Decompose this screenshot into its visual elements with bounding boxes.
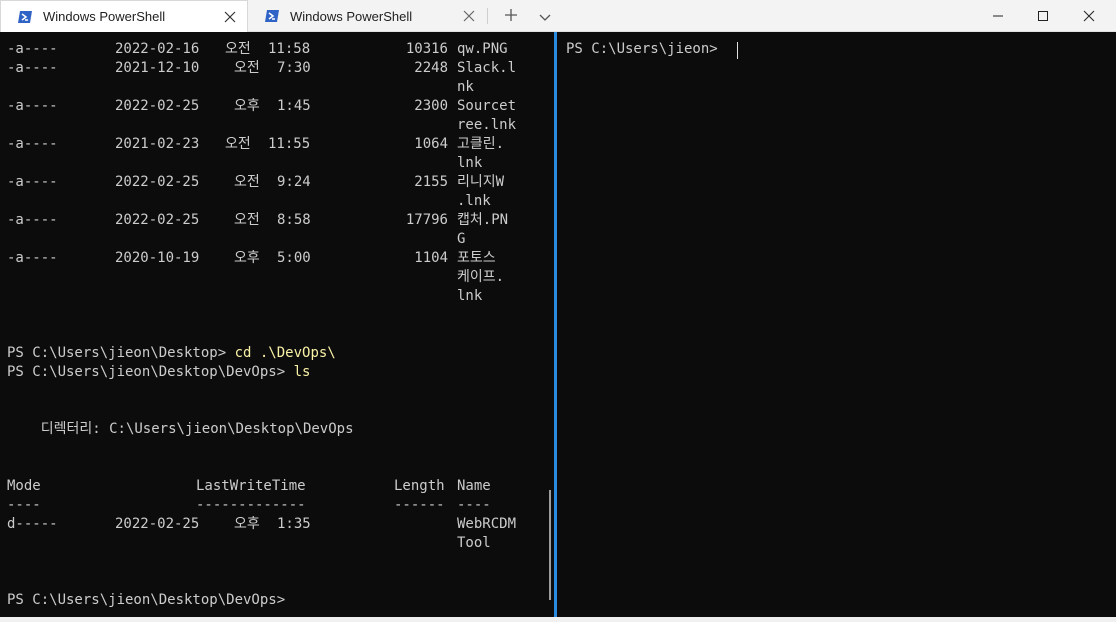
file-name: lnk xyxy=(457,155,483,171)
file-mode: -a---- xyxy=(7,98,58,114)
command: ls xyxy=(293,364,311,380)
file-ampm: 오전 xyxy=(225,136,251,152)
minimize-icon xyxy=(992,7,1004,26)
new-tab-dropdown-button[interactable] xyxy=(532,0,558,32)
directory-line: 디렉터리: C:\Users\jieon\Desktop\DevOps xyxy=(7,421,354,437)
terminal-pane-left[interactable]: -a---- 2022-02-16 오전 11:58 10316 qw.PNG -a----… xyxy=(0,32,554,617)
maximize-icon xyxy=(1037,7,1049,26)
minimize-button[interactable] xyxy=(975,0,1021,32)
file-mode: -a---- xyxy=(7,250,58,266)
tab-title: Windows PowerShell xyxy=(43,9,166,24)
file-ampm: 오전 xyxy=(234,174,260,190)
file-name: Slack.l xyxy=(457,60,517,76)
tab-separator xyxy=(487,8,488,24)
file-name: .lnk xyxy=(457,193,491,209)
file-date: 2022-02-25 xyxy=(115,212,200,228)
prompt: PS C:\Users\jieon\Desktop\DevOps> xyxy=(7,364,286,380)
file-name: qw.PNG xyxy=(457,41,508,57)
file-name: 포토스 xyxy=(457,250,496,266)
file-time: 11:58 xyxy=(268,41,311,57)
header-lastwritetime: LastWriteTime xyxy=(196,478,306,494)
header-mode: Mode xyxy=(7,478,41,494)
file-name: 케이프. xyxy=(457,269,505,285)
tab-close-icon[interactable] xyxy=(223,10,237,24)
tab-bar: Windows PowerShell Windows PowerShell xyxy=(0,0,1116,32)
file-mode: -a---- xyxy=(7,41,58,57)
file-date: 2022-02-25 xyxy=(115,516,200,532)
file-ampm: 오후 xyxy=(234,250,260,266)
file-time: 7:30 xyxy=(277,60,311,76)
file-name: Sourcet xyxy=(457,98,517,114)
file-date: 2022-02-16 xyxy=(115,41,200,57)
file-time: 1:35 xyxy=(277,516,311,532)
powershell-icon xyxy=(17,9,33,25)
file-mode: -a---- xyxy=(7,174,58,190)
text-cursor xyxy=(737,42,738,59)
file-date: 2022-02-25 xyxy=(115,98,200,114)
file-length: 1064 xyxy=(414,136,448,152)
file-time: 11:55 xyxy=(268,136,311,152)
underline-length: ------ xyxy=(394,497,445,513)
file-mode: -a---- xyxy=(7,136,58,152)
plus-icon xyxy=(504,7,518,26)
close-icon xyxy=(1083,7,1095,26)
underline-name: ---- xyxy=(457,497,491,513)
prompt: PS C:\Users\jieon> xyxy=(566,41,718,57)
background-window-strip xyxy=(0,617,1116,622)
powershell-icon xyxy=(264,8,280,24)
file-name: 캡처.PN xyxy=(457,212,509,228)
file-date: 2022-02-25 xyxy=(115,174,200,190)
file-date: 2020-10-19 xyxy=(115,250,200,266)
file-ampm: 오후 xyxy=(234,98,260,114)
file-time: 8:58 xyxy=(277,212,311,228)
file-mode: d----- xyxy=(7,516,58,532)
file-length: 2248 xyxy=(414,60,448,76)
file-length: 10316 xyxy=(405,41,448,57)
final-prompt: PS C:\Users\jieon\Desktop\DevOps> xyxy=(7,592,286,608)
file-date: 2021-02-23 xyxy=(115,136,200,152)
command-line: PS C:\Users\jieon\Desktop> cd .\DevOps\ xyxy=(7,344,336,363)
file-mode: -a---- xyxy=(7,212,58,228)
file-name: G xyxy=(457,231,466,247)
command: cd .\DevOps\ xyxy=(234,345,336,361)
new-tab-button[interactable] xyxy=(498,0,524,32)
file-name: Tool xyxy=(457,535,491,551)
file-time: 5:00 xyxy=(277,250,311,266)
file-length: 17796 xyxy=(405,212,448,228)
scrollbar-thumb[interactable] xyxy=(549,490,551,600)
header-length: Length xyxy=(394,478,445,494)
file-ampm: 오전 xyxy=(234,60,260,76)
command-line: PS C:\Users\jieon\Desktop\DevOps> ls xyxy=(7,363,310,382)
underline-mode: ---- xyxy=(7,497,41,513)
file-length: 2155 xyxy=(414,174,448,190)
tab-powershell-2[interactable]: Windows PowerShell xyxy=(248,0,486,32)
file-time: 9:24 xyxy=(277,174,311,190)
tab-powershell-1[interactable]: Windows PowerShell xyxy=(0,0,248,32)
file-time: 1:45 xyxy=(277,98,311,114)
chevron-down-icon xyxy=(539,7,551,26)
file-ampm: 오전 xyxy=(225,41,251,57)
file-mode: -a---- xyxy=(7,60,58,76)
header-name: Name xyxy=(457,478,491,494)
file-date: 2021-12-10 xyxy=(115,60,200,76)
file-name: ree.lnk xyxy=(457,117,517,133)
file-name: 고클린. xyxy=(457,136,505,152)
maximize-button[interactable] xyxy=(1020,0,1066,32)
close-window-button[interactable] xyxy=(1066,0,1112,32)
file-length: 2300 xyxy=(414,98,448,114)
file-name: nk xyxy=(457,79,474,95)
file-length: 1104 xyxy=(414,250,448,266)
tab-title: Windows PowerShell xyxy=(290,8,413,24)
underline-lastwritetime: ------------- xyxy=(196,497,306,513)
file-name: WebRCDM xyxy=(457,516,517,532)
terminal-pane-right[interactable]: PS C:\Users\jieon> xyxy=(557,32,1116,617)
file-ampm: 오전 xyxy=(234,212,260,228)
tab-close-icon[interactable] xyxy=(462,9,476,23)
prompt: PS C:\Users\jieon\Desktop> xyxy=(7,345,227,361)
file-name: 리니지W xyxy=(457,174,505,190)
file-ampm: 오후 xyxy=(234,516,260,532)
file-name: lnk xyxy=(457,288,483,304)
